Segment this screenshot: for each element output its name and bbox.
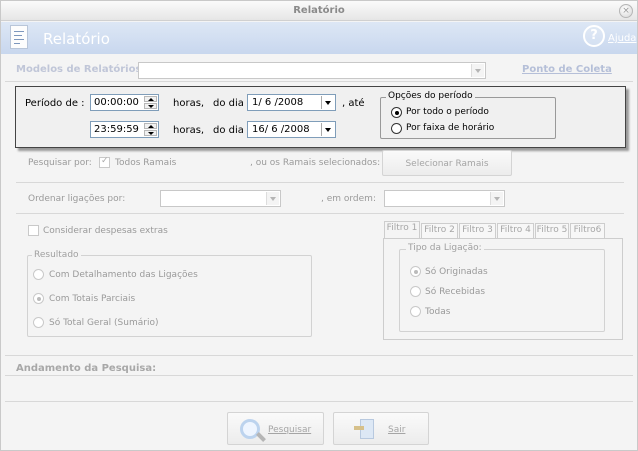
hours-label-start: horas,	[173, 98, 205, 109]
banner-title: Relatório	[43, 30, 110, 48]
exit-arrow-icon	[354, 426, 364, 430]
result-option-summary[interactable]	[33, 317, 44, 328]
decrement-icon[interactable]	[144, 103, 157, 109]
divider	[16, 213, 624, 214]
increment-icon[interactable]	[144, 123, 157, 129]
start-date-value: 1/ 6 /2008	[252, 97, 304, 108]
call-type-originated[interactable]	[410, 266, 421, 277]
call-type-title: Tipo da Ligação:	[406, 243, 484, 253]
divider	[16, 182, 624, 183]
order-by-label: Ordenar ligações por:	[28, 194, 126, 204]
call-type-received-label: Só Recebidas	[425, 287, 486, 297]
models-label: Modelos de Relatórios:	[16, 64, 146, 75]
order-direction-label: , em ordem:	[321, 194, 376, 204]
search-button[interactable]: Pesquisar	[227, 412, 324, 445]
close-icon[interactable]: ×	[619, 4, 633, 18]
radio-all-period[interactable]	[391, 107, 402, 118]
order-by-select[interactable]	[160, 190, 281, 207]
result-option-summary-label: Só Total Geral (Sumário)	[49, 318, 159, 328]
search-button-label: Pesquisar	[268, 425, 312, 435]
collection-point-link[interactable]: Ponto de Coleta	[522, 64, 612, 75]
or-selected-label: , ou os Ramais selecionados:	[250, 158, 381, 168]
search-by-label: Pesquisar por:	[28, 158, 92, 168]
result-option-partials-label: Com Totais Parciais	[49, 294, 136, 304]
tab-filter-1[interactable]: Filtro 1	[384, 221, 420, 239]
call-type-received[interactable]	[410, 286, 421, 297]
end-date-value: 16/ 6 /2008	[252, 124, 310, 135]
increment-icon[interactable]	[144, 96, 157, 102]
order-direction-select[interactable]	[384, 190, 505, 207]
period-options-title: Opções do período	[386, 91, 475, 101]
start-date-picker[interactable]: 1/ 6 /2008	[247, 94, 336, 111]
end-time-stepper[interactable]: 23:59:59	[90, 121, 159, 138]
result-option-partials[interactable]	[33, 293, 44, 304]
end-time-value: 23:59:59	[94, 124, 139, 135]
end-date-picker[interactable]: 16/ 6 /2008	[247, 121, 336, 138]
result-option-detailed-label: Com Detalhamento das Ligações	[49, 270, 198, 280]
result-group-title: Resultado	[32, 250, 81, 260]
chevron-down-icon[interactable]	[321, 96, 334, 109]
models-select[interactable]	[138, 62, 486, 79]
day-label-end: do dia	[213, 125, 244, 136]
select-extensions-label: Selecionar Ramais	[405, 159, 489, 169]
tab-filter-4[interactable]: Filtro 4	[497, 223, 534, 238]
help-label: Ajuda	[608, 33, 637, 44]
tab-filter-2[interactable]: Filtro 2	[421, 223, 458, 238]
day-label-start: do dia	[213, 98, 244, 109]
call-type-originated-label: Só Originadas	[425, 267, 488, 277]
exit-button[interactable]: Sair	[333, 412, 429, 445]
decrement-icon[interactable]	[144, 130, 157, 136]
hours-label-end: horas,	[173, 125, 205, 136]
exit-button-label: Sair	[388, 425, 406, 435]
divider	[5, 355, 633, 356]
report-window: Relatório × Relatório ? Ajuda Modelos de…	[0, 0, 638, 451]
window-title: Relatório	[293, 5, 345, 16]
call-type-all[interactable]	[410, 306, 421, 317]
radio-time-range-label: Por faixa de horário	[406, 123, 495, 133]
chevron-down-icon[interactable]	[321, 123, 334, 136]
all-extensions-label: Todos Ramais	[115, 158, 177, 168]
result-option-detailed[interactable]	[33, 269, 44, 280]
divider	[5, 81, 633, 82]
chevron-down-icon	[490, 192, 503, 205]
magnifier-handle	[256, 432, 266, 442]
extra-expenses-label: Considerar despesas extras	[43, 226, 168, 236]
until-label: , até	[342, 98, 365, 109]
help-button[interactable]: ? Ajuda	[583, 25, 637, 49]
call-type-all-label: Todas	[425, 307, 451, 317]
tab-filter-6[interactable]: Filtro6	[570, 223, 605, 238]
start-time-stepper[interactable]: 00:00:00	[90, 94, 159, 111]
radio-time-range[interactable]	[391, 123, 402, 134]
tab-filter-5[interactable]: Filtro 5	[535, 223, 569, 238]
all-extensions-checkbox[interactable]	[99, 156, 110, 168]
radio-all-period-label: Por todo o período	[406, 107, 489, 117]
tab-filter-3[interactable]: Filtro 3	[459, 223, 496, 238]
help-icon: ?	[583, 25, 605, 47]
chevron-down-icon	[471, 64, 484, 77]
header-banner: Relatório ? Ajuda	[1, 22, 637, 54]
period-label: Período de :	[25, 98, 85, 109]
progress-track	[5, 375, 633, 376]
title-bar: Relatório ×	[1, 1, 637, 21]
select-extensions-button[interactable]: Selecionar Ramais	[382, 150, 512, 176]
document-icon	[10, 25, 28, 49]
extra-expenses-checkbox[interactable]	[28, 225, 39, 236]
divider	[5, 401, 633, 402]
start-time-value: 00:00:00	[94, 97, 139, 108]
chevron-down-icon	[266, 192, 279, 205]
progress-label: Andamento da Pesquisa:	[16, 363, 157, 374]
